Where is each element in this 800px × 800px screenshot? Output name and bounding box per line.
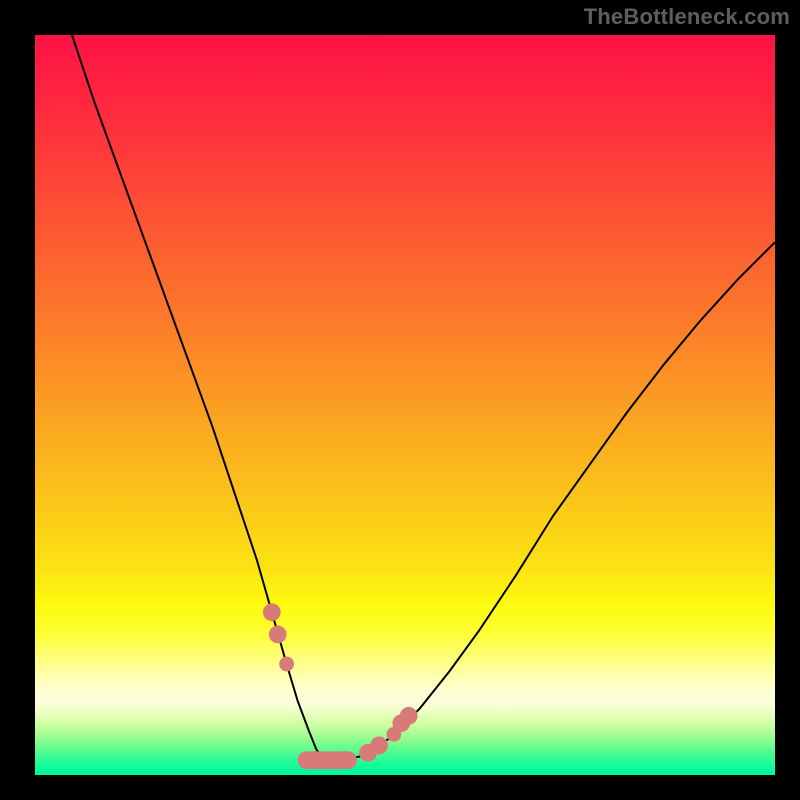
- curve-marker: [370, 737, 388, 755]
- curve-marker: [400, 707, 418, 725]
- chart-svg: [35, 35, 775, 775]
- plot-area: [35, 35, 775, 775]
- curve-marker: [263, 603, 281, 621]
- curve-marker: [269, 626, 287, 644]
- curve-marker: [279, 657, 294, 672]
- watermark-text: TheBottleneck.com: [584, 4, 790, 30]
- bar-segment: [298, 751, 357, 769]
- chart-frame: TheBottleneck.com: [0, 0, 800, 800]
- gradient-background: [35, 35, 775, 775]
